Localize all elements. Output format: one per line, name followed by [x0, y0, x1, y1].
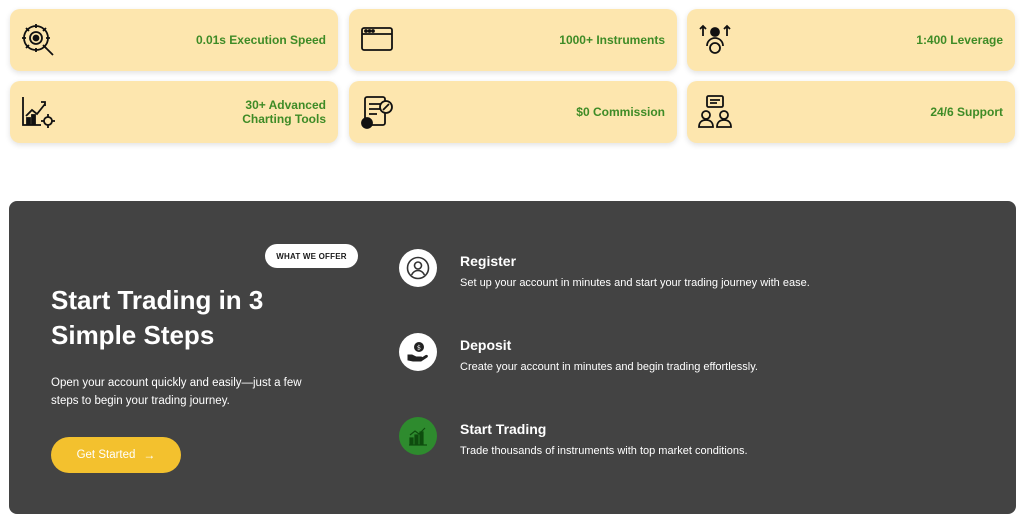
browser-window-icon	[359, 22, 395, 58]
chart-gear-icon	[20, 94, 56, 130]
step-title: Start Trading	[460, 421, 547, 437]
feature-label-line: 0.01s Execution Speed	[195, 33, 326, 47]
feature-label-line: Charting Tools	[242, 112, 326, 126]
feature-label-line: $0 Commission	[576, 105, 665, 119]
leverage-person-icon	[697, 22, 733, 58]
feature-label: 30+ Advanced Charting Tools	[242, 98, 326, 126]
section-intro: Open your account quickly and easily—jus…	[51, 374, 341, 410]
feature-label: 1000+ Instruments	[559, 33, 665, 47]
svg-text:$: $	[417, 344, 421, 352]
get-started-label: Get Started	[76, 449, 136, 461]
bar-chart-icon	[399, 417, 437, 455]
step-title: Register	[460, 253, 517, 269]
money-hand-icon: $	[399, 333, 437, 371]
step-title: Deposit	[460, 337, 512, 353]
feature-label-line: 1000+ Instruments	[559, 33, 665, 47]
feature-label: 1:400 Leverage	[916, 33, 1003, 47]
feature-label: 0.01s Execution Speed	[196, 33, 326, 47]
feature-card-execution-speed: 0.01s Execution Speed	[10, 9, 338, 71]
feature-card-support: 24/6 Support	[687, 81, 1015, 143]
feature-card-leverage: 1:400 Leverage	[687, 9, 1015, 71]
feature-card-instruments: 1000+ Instruments	[349, 9, 677, 71]
step-register: Register Set up your account in minutes …	[399, 249, 959, 299]
step-description: Set up your account in minutes and start…	[460, 277, 810, 289]
heading-line: Start Trading in 3	[51, 285, 264, 315]
step-start-trading: Start Trading Trade thousands of instrum…	[399, 417, 959, 467]
feature-label-line: 1:400 Leverage	[916, 33, 1003, 47]
feature-card-charting-tools: 30+ Advanced Charting Tools	[10, 81, 338, 143]
get-started-button[interactable]: Get Started →	[51, 437, 181, 473]
feature-label-line: 30+ Advanced	[245, 98, 326, 112]
step-deposit: $ Deposit Create your account in minutes…	[399, 333, 959, 383]
trading-steps-panel: WHAT WE OFFER Start Trading in 3 Simple …	[9, 201, 1016, 514]
section-badge: WHAT WE OFFER	[265, 244, 358, 268]
feature-card-commission: $0 Commission	[349, 81, 677, 143]
intro-line: steps to begin your trading journey.	[51, 395, 230, 407]
step-description: Trade thousands of instruments with top …	[460, 445, 748, 457]
feature-label: 24/6 Support	[930, 105, 1003, 119]
arrow-right-icon: →	[143, 448, 156, 462]
intro-line: Open your account quickly and easily—jus…	[51, 377, 302, 389]
gear-speed-icon	[20, 22, 56, 58]
support-chat-icon	[697, 94, 733, 130]
feature-label-line: 24/6 Support	[930, 105, 1003, 119]
step-description: Create your account in minutes and begin…	[460, 361, 758, 373]
user-icon	[399, 249, 437, 287]
heading-line: Simple Steps	[51, 320, 215, 350]
document-percent-icon	[359, 94, 395, 130]
section-heading: Start Trading in 3 Simple Steps	[51, 283, 351, 353]
feature-label: $0 Commission	[576, 105, 665, 119]
